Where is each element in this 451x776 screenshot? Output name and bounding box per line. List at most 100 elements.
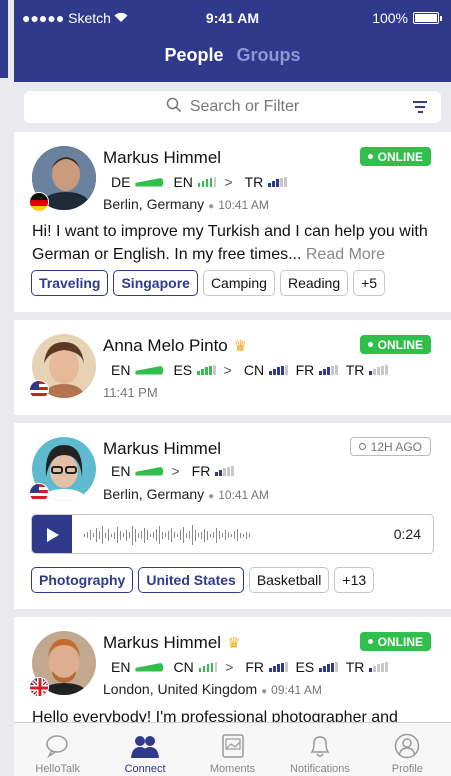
- battery-indicator: 100%: [372, 10, 442, 26]
- tab-notifications[interactable]: Notifications: [276, 723, 363, 776]
- user-name-text: Markus Himmel: [103, 633, 222, 652]
- tag-chip[interactable]: United States: [138, 567, 244, 593]
- bell-icon: [276, 729, 363, 759]
- native-level-bar: [135, 662, 164, 672]
- battery-percent: 100%: [372, 10, 408, 26]
- chat-bubble-icon: [14, 729, 101, 759]
- location-line: 11:41 PM: [103, 384, 158, 400]
- tab-people[interactable]: People: [164, 45, 223, 65]
- tag-chip[interactable]: Singapore: [113, 270, 198, 296]
- level-bars: [269, 365, 288, 375]
- tab-groups[interactable]: Groups: [237, 45, 301, 65]
- search-input[interactable]: Search or Filter: [24, 91, 441, 123]
- battery-icon: [413, 12, 442, 24]
- local-time: 09:41 AM: [271, 683, 322, 697]
- tag-chip[interactable]: Camping: [202, 270, 275, 296]
- user-card[interactable]: Markus Himmel 12H AGO EN > FR Berlin, Ge…: [14, 423, 451, 609]
- filter-icon[interactable]: [413, 101, 427, 113]
- user-name: Anna Melo Pinto ♛: [103, 336, 247, 356]
- native-level-bar: [135, 466, 164, 476]
- lang-code: ES: [295, 659, 315, 675]
- status-badge-label: ONLINE: [377, 337, 423, 352]
- tab-label: Connect: [124, 763, 166, 775]
- more-tags-chip[interactable]: +5: [353, 270, 386, 296]
- status-badge: ONLINE: [359, 147, 431, 166]
- play-icon[interactable]: [32, 515, 72, 553]
- tag-chip[interactable]: Photography: [31, 567, 134, 593]
- more-tags-chip[interactable]: +13: [334, 567, 375, 593]
- search-placeholder: Search or Filter: [189, 98, 300, 115]
- status-badge-label: ONLINE: [377, 634, 423, 649]
- level-bars: [215, 466, 234, 476]
- flag-usa-icon: [29, 380, 49, 400]
- nav-header: ●●●●● Sketch 9:41 AM 100% People Groups: [14, 0, 451, 82]
- chevron-right-icon: >: [171, 463, 180, 479]
- tab-label: Profile: [391, 763, 423, 775]
- location-line: Berlin, Germany ● 10:41 AM: [103, 486, 269, 502]
- level-bars: [369, 662, 388, 672]
- user-card[interactable]: Markus Himmel ONLINE DE EN > TR Berlin, …: [14, 132, 451, 312]
- people-icon: [101, 729, 188, 759]
- segmented-control: People Groups: [14, 45, 451, 66]
- user-card[interactable]: Anna Melo Pinto ♛ ONLINE EN ES > CN FR TR…: [14, 320, 451, 415]
- crown-icon: ♛: [233, 338, 248, 355]
- flag-germany-icon: [29, 192, 49, 212]
- chevron-right-icon: >: [224, 174, 233, 190]
- level-bars: [269, 662, 288, 672]
- status-badge: ONLINE: [359, 335, 431, 354]
- lang-code: TR: [244, 174, 264, 190]
- language-row: EN ES > CN FR TR: [107, 362, 388, 378]
- tab-label: HelloTalk: [35, 763, 81, 775]
- local-time: 11:41 PM: [103, 385, 158, 400]
- level-bars: [268, 177, 287, 187]
- level-bars: [197, 365, 216, 375]
- location-text: Berlin, Germany: [103, 196, 205, 212]
- location-text: London, United Kingdom: [103, 681, 258, 697]
- voice-intro-player: 0:24: [31, 514, 434, 554]
- bio-text: Hi! I want to improve my Turkish and I c…: [32, 220, 437, 266]
- location-text: Berlin, Germany: [103, 486, 205, 502]
- tag-chip[interactable]: Basketball: [248, 567, 330, 593]
- lang-code: FR: [295, 362, 315, 378]
- lang-code: DE: [111, 174, 131, 190]
- tag-chip[interactable]: Traveling: [31, 270, 109, 296]
- lang-code: CN: [243, 362, 265, 378]
- lang-code: CN: [173, 659, 194, 675]
- lang-code: TR: [345, 659, 365, 675]
- native-level-bar: [135, 177, 164, 187]
- search-bar-container: Search or Filter: [14, 82, 451, 132]
- lang-code: EN: [111, 362, 131, 378]
- user-card[interactable]: Markus Himmel ♛ ONLINE EN CN > FR ES TR L…: [14, 617, 451, 727]
- user-name: Markus Himmel: [103, 148, 222, 167]
- status-badge: 12H AGO: [349, 437, 431, 456]
- local-time: 10:41 AM: [218, 488, 269, 502]
- flag-uk-icon: [29, 677, 49, 697]
- read-more-link[interactable]: Read More: [306, 246, 385, 263]
- level-bars: [319, 662, 338, 672]
- tab-label: Notifications: [289, 763, 350, 775]
- crown-icon: ♛: [227, 635, 241, 652]
- tab-moments[interactable]: Moments: [189, 723, 276, 776]
- flag-usa-icon: [29, 483, 49, 503]
- level-bars: [198, 662, 218, 672]
- tab-profile[interactable]: Profile: [364, 723, 451, 776]
- tab-label: Moments: [209, 763, 256, 775]
- background-edge: [0, 0, 14, 776]
- audio-duration: 0:24: [393, 526, 421, 542]
- profile-icon: [364, 729, 451, 759]
- lang-code: EN: [173, 174, 193, 190]
- user-name: Markus Himmel: [103, 439, 222, 458]
- search-icon: [166, 97, 182, 118]
- lang-code: ES: [173, 362, 193, 378]
- language-row: EN > FR: [107, 463, 234, 479]
- lang-code: TR: [345, 362, 365, 378]
- phone-screen: ●●●●● Sketch 9:41 AM 100% People Groups …: [14, 0, 451, 776]
- status-badge: ONLINE: [359, 632, 431, 651]
- tab-hellotalk[interactable]: HelloTalk: [14, 723, 101, 776]
- tag-chip[interactable]: Reading: [279, 270, 349, 296]
- lang-code: EN: [111, 659, 131, 675]
- native-level-bar: [135, 365, 164, 375]
- local-time: 10:41 AM: [218, 198, 269, 212]
- tab-connect[interactable]: Connect: [101, 723, 188, 776]
- status-bar: ●●●●● Sketch 9:41 AM 100%: [14, 10, 451, 28]
